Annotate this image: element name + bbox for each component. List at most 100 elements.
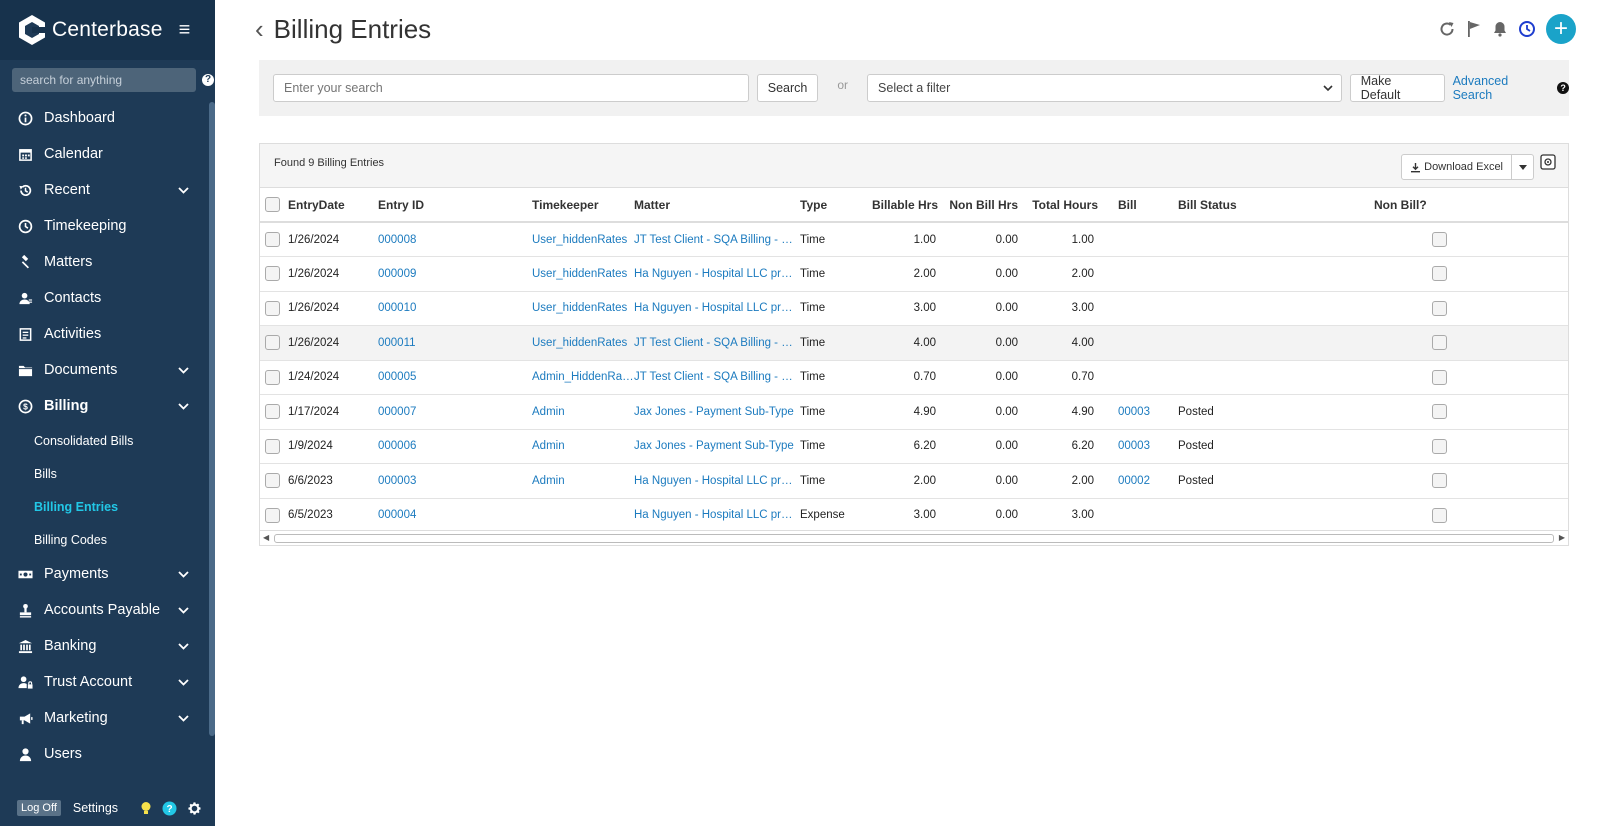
table-row[interactable]: 6/6/2023 000003 Admin Ha Nguyen - Hospital … [260,463,1568,499]
matter-link[interactable]: Ha Nguyen - Hospital LLC problem [634,291,800,326]
sidebar-item-matters[interactable]: Matters [0,244,215,280]
matter-link[interactable]: Jax Jones - Payment Sub-Type [634,429,800,464]
table-row[interactable]: 6/5/2023 000004 Ha Nguyen - Hospital LLC p… [260,498,1568,533]
sidebar-item-banking[interactable]: Banking [0,628,215,664]
chevron-down-icon[interactable] [178,402,192,410]
global-search-input[interactable] [12,68,196,92]
scroll-left-arrow-icon[interactable]: ◀ [263,533,269,542]
timekeeper-link[interactable]: Admin [532,463,634,499]
timekeeper-link[interactable]: Admin [532,394,634,430]
non-bill-checkbox[interactable] [1432,300,1447,316]
row-checkbox[interactable] [265,404,280,420]
flag-icon[interactable] [1466,20,1482,38]
table-row[interactable]: 1/17/2024 000007 Admin Jax Jones - Payment … [260,394,1568,430]
row-checkbox[interactable] [265,335,280,351]
filter-select[interactable]: Select a filter [867,74,1342,102]
entry-id-link[interactable]: 000004 [378,498,532,533]
column-header-type[interactable]: Type [800,188,862,223]
row-checkbox[interactable] [265,438,280,454]
bill-link[interactable]: 00003 [1106,394,1178,430]
horizontal-scrollbar[interactable]: ◀ ▶ [260,530,1568,545]
column-header-non-bill-hrs[interactable]: Non Bill Hrs [942,188,1026,223]
bill-link[interactable] [1106,222,1178,257]
timekeeper-link[interactable] [532,498,634,533]
settings-link[interactable]: Settings [73,801,118,815]
timekeeper-link[interactable]: User_hiddenRates [532,291,634,326]
bill-link[interactable] [1106,256,1178,292]
sidebar-item-recent[interactable]: Recent [0,172,215,208]
gear-icon[interactable] [187,801,202,816]
chevron-down-icon[interactable] [178,570,192,578]
table-row[interactable]: 1/24/2024 000005 Admin_HiddenRates JT Test … [260,360,1568,395]
column-header-entry-id[interactable]: Entry ID [378,188,532,223]
sidebar-item-users[interactable]: Users [0,736,215,772]
entry-id-link[interactable]: 000011 [378,325,532,361]
matter-link[interactable]: Jax Jones - Payment Sub-Type [634,394,800,430]
matter-link[interactable]: JT Test Client - SQA Billing - 04.17.202… [634,360,800,395]
timekeeper-link[interactable]: User_hiddenRates [532,222,634,257]
sidebar-subitem-consolidated-bills[interactable]: Consolidated Bills [0,424,215,457]
sidebar-item-marketing[interactable]: Marketing [0,700,215,736]
table-row[interactable]: 1/9/2024 000006 Admin Jax Jones - Payment S… [260,429,1568,464]
timekeeper-link[interactable]: User_hiddenRates [532,256,634,292]
entry-id-link[interactable]: 000006 [378,429,532,464]
back-arrow-icon[interactable]: ‹ [255,14,264,45]
hamburger-menu-icon[interactable]: ≡ [179,19,191,42]
scrollbar-thumb[interactable] [274,534,1554,543]
scroll-right-arrow-icon[interactable]: ▶ [1559,533,1565,542]
column-header-non-bill-[interactable]: Non Bill? [1374,188,1454,223]
row-checkbox[interactable] [265,507,280,523]
timer-icon[interactable] [1518,20,1536,38]
sidebar-item-activities[interactable]: Activities [0,316,215,352]
matter-link[interactable]: JT Test Client - SQA Billing - 04.17.202… [634,325,800,361]
chevron-down-icon[interactable] [178,714,192,722]
bill-link[interactable] [1106,360,1178,395]
matter-link[interactable]: JT Test Client - SQA Billing - 04.17.202… [634,222,800,257]
row-checkbox[interactable] [265,300,280,316]
sidebar-item-timekeeping[interactable]: Timekeeping [0,208,215,244]
sidebar-item-trust-account[interactable]: Trust Account [0,664,215,700]
make-default-button[interactable]: Make Default [1349,74,1445,102]
chevron-down-icon[interactable] [178,186,192,194]
entry-id-link[interactable]: 000008 [378,222,532,257]
timekeeper-link[interactable]: User_hiddenRates [532,325,634,361]
column-header-bill-status[interactable]: Bill Status [1178,188,1374,223]
row-checkbox[interactable] [265,369,280,385]
column-header-billable-hrs[interactable]: Billable Hrs [862,188,942,223]
row-checkbox[interactable] [265,266,280,282]
sidebar-item-accounts-payable[interactable]: Accounts Payable [0,592,215,628]
matter-link[interactable]: Ha Nguyen - Hospital LLC problem [634,463,800,499]
sidebar-item-billing[interactable]: $ Billing [0,388,215,424]
entry-id-link[interactable]: 000010 [378,291,532,326]
help-circle-icon[interactable]: ? [162,801,177,816]
non-bill-checkbox[interactable] [1432,335,1447,351]
logoff-button[interactable]: Log Off [17,800,61,816]
sidebar-item-payments[interactable]: Payments [0,556,215,592]
column-header-timekeeper[interactable]: Timekeeper [532,188,634,223]
sidebar-subitem-billing-codes[interactable]: Billing Codes [0,523,215,556]
entry-id-link[interactable]: 000009 [378,256,532,292]
download-options-caret[interactable] [1512,154,1534,180]
entry-id-link[interactable]: 000005 [378,360,532,395]
bill-link[interactable] [1106,325,1178,361]
non-bill-checkbox[interactable] [1432,369,1447,385]
table-row[interactable]: 1/26/2024 000009 User_hiddenRates Ha Nguyen… [260,256,1568,292]
bill-link[interactable]: 00003 [1106,429,1178,464]
matter-link[interactable]: Ha Nguyen - Hospital LLC problem [634,256,800,292]
column-header-entrydate[interactable]: EntryDate [288,188,378,223]
column-header-bill[interactable]: Bill [1106,188,1178,223]
timekeeper-link[interactable]: Admin [532,429,634,464]
entry-id-link[interactable]: 000003 [378,463,532,499]
chevron-down-icon[interactable] [178,366,192,374]
column-header-total-hours[interactable]: Total Hours [1026,188,1106,223]
lightbulb-icon[interactable] [140,801,152,816]
timekeeper-link[interactable]: Admin_HiddenRates [532,360,634,395]
refresh-icon[interactable] [1438,20,1456,38]
sidebar-item-dashboard[interactable]: Dashboard [0,100,215,136]
sidebar-item-documents[interactable]: Documents [0,352,215,388]
add-new-button[interactable]: + [1546,14,1576,44]
select-all-checkbox[interactable] [265,197,280,213]
row-checkbox[interactable] [265,473,280,489]
non-bill-checkbox[interactable] [1432,473,1447,489]
sidebar-subitem-billing-entries[interactable]: Billing Entries [0,490,215,523]
